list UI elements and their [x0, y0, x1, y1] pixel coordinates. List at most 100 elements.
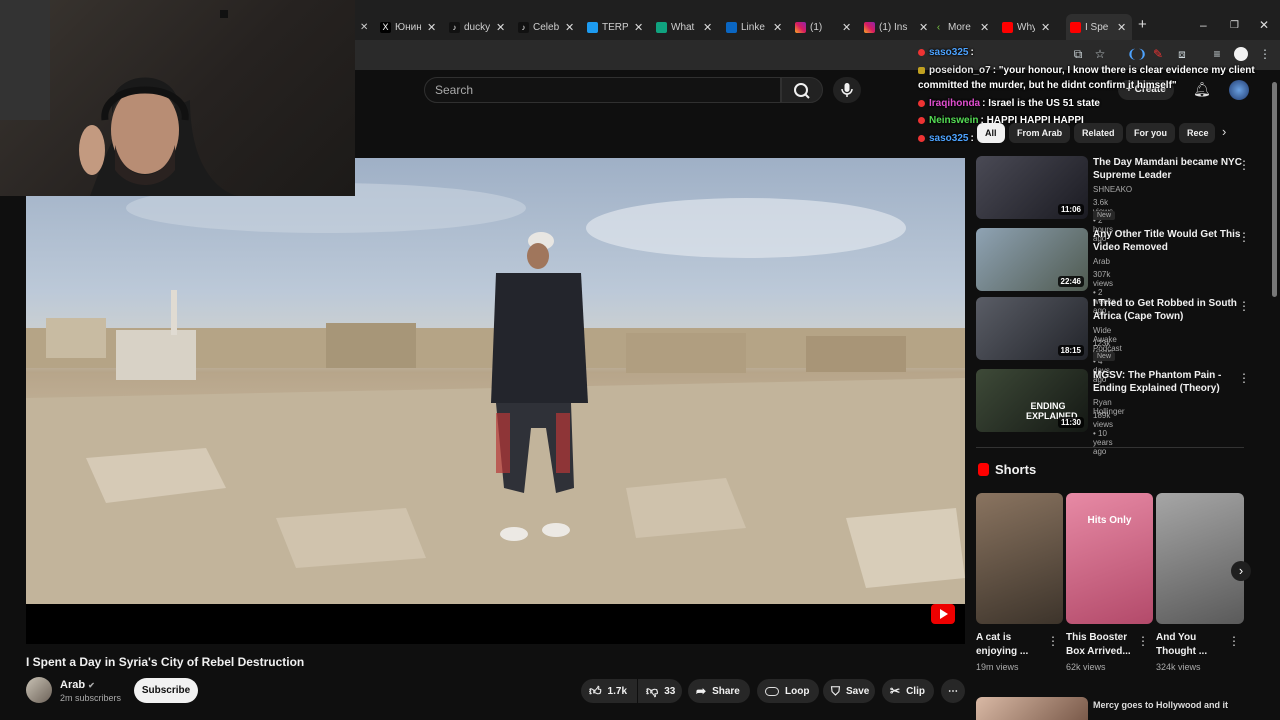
chevron-right-icon[interactable]: › — [1231, 561, 1251, 581]
video-thumbnail[interactable]: 22:46 — [976, 228, 1088, 291]
video-title[interactable]: MGSV: The Phantom Pain - Ending Explaine… — [1093, 369, 1243, 395]
close-icon[interactable]: ✕ — [565, 21, 574, 34]
close-icon[interactable]: ✕ — [773, 21, 782, 34]
browser-tab[interactable]: What ✕ — [656, 16, 712, 38]
browser-tab[interactable]: ♪ ducky ✕ — [449, 16, 505, 38]
channel-name[interactable]: Arab ✔ — [60, 679, 95, 691]
clip-button[interactable]: ✂ Clip — [882, 679, 934, 703]
kebab-icon[interactable]: ⋮ — [1228, 634, 1240, 648]
menu-icon[interactable]: ≡ — [1210, 47, 1224, 61]
close-icon[interactable]: ✕ — [496, 21, 505, 34]
chip-from-arab[interactable]: From Arab — [1009, 123, 1071, 143]
chat-text: committed the murder, but he didnt confi… — [918, 80, 1177, 91]
close-icon[interactable]: ✕ — [634, 21, 643, 34]
arrow-icon: ‹ — [936, 21, 941, 33]
browser-tab[interactable]: Linke ✕ — [726, 16, 782, 38]
extension-icon[interactable]: ✎ — [1151, 47, 1165, 61]
browser-tab[interactable]: TERPE ✕ — [587, 16, 643, 38]
dislike-button[interactable]: 👎︎ 33 — [638, 679, 682, 703]
video-thumbnail[interactable]: 18:15 — [976, 297, 1088, 360]
more-actions-button[interactable]: ⋯ — [941, 679, 965, 703]
short-thumbnail[interactable] — [976, 493, 1063, 624]
close-icon[interactable]: ✕ — [980, 21, 989, 34]
chip-for-you[interactable]: For you — [1126, 123, 1175, 143]
notifications-bell-icon[interactable]: 🔔︎ — [1193, 81, 1211, 98]
share-label: Share — [712, 685, 740, 697]
browser-tab[interactable]: ♪ Celeb ✕ — [518, 16, 574, 38]
save-button[interactable]: ⛉ Save — [823, 679, 875, 703]
linkedin-icon — [726, 21, 737, 33]
close-icon[interactable]: ✕ — [1041, 21, 1050, 34]
browser-tab[interactable]: ‹ More ✕ — [933, 16, 989, 38]
kebab-icon[interactable]: ⋮ — [1238, 230, 1250, 244]
tab-title: TERPE — [602, 21, 628, 33]
chip-related[interactable]: Related — [1074, 123, 1123, 143]
instagram-icon — [864, 21, 875, 33]
browser-tab[interactable]: (1) ✕ — [795, 16, 851, 38]
chip-all[interactable]: All — [977, 123, 1005, 143]
youtube-icon — [1002, 21, 1013, 33]
close-icon[interactable]: ✕ — [919, 21, 928, 34]
search-input[interactable]: Search — [424, 77, 781, 103]
video-title[interactable]: Any Other Title Would Get This Video Rem… — [1093, 228, 1243, 254]
video-title[interactable]: Mercy goes to Hollywood and it — [1093, 700, 1228, 710]
chat-message: saso325: — [918, 133, 974, 144]
video-thumbnail[interactable]: 11:06 — [976, 156, 1088, 219]
video-title: I Spent a Day in Syria's City of Rebel D… — [26, 655, 305, 669]
browser-tab-active[interactable]: I Spe ✕ — [1066, 14, 1132, 40]
short-thumbnail[interactable] — [1156, 493, 1244, 624]
close-icon[interactable]: ✕ — [427, 21, 436, 34]
channel-name[interactable]: SHNEAKO — [1093, 185, 1132, 194]
bookmark-star-icon[interactable]: ☆ — [1093, 47, 1107, 61]
play-icon — [940, 609, 948, 619]
tab-close-icon[interactable]: ✕ — [360, 16, 368, 38]
kebab-icon[interactable]: ⋮ — [1047, 634, 1059, 648]
scrollbar[interactable] — [1272, 82, 1277, 297]
close-icon[interactable]: ✕ — [703, 21, 712, 34]
kebab-icon[interactable]: ⋮ — [1238, 158, 1250, 172]
profile-icon[interactable] — [1234, 47, 1248, 61]
video-frame[interactable] — [26, 158, 965, 604]
close-window-icon[interactable]: ✕ — [1259, 18, 1269, 32]
new-tab-icon[interactable]: + — [1138, 16, 1147, 33]
short-views: 324k views — [1156, 662, 1201, 672]
voice-search-button[interactable] — [833, 77, 861, 103]
browser-tab[interactable]: X Юнин ✕ — [380, 16, 436, 38]
browser-tab[interactable]: (1) Ins ✕ — [864, 16, 928, 38]
chip-recent[interactable]: Rece — [1179, 123, 1215, 143]
video-title[interactable]: I Tried to Get Robbed in South Africa (C… — [1093, 297, 1243, 323]
short-thumbnail[interactable]: Hits Only — [1066, 493, 1153, 624]
video-thumbnail[interactable] — [976, 697, 1088, 720]
browser-tab[interactable]: Why ✕ — [1002, 16, 1050, 38]
scissors-icon: ✂ — [890, 684, 901, 698]
video-thumbnail[interactable]: ENDING EXPLAINED 11:30 — [976, 369, 1088, 432]
short-title[interactable]: This Booster Box Arrived... — [1066, 631, 1136, 659]
youtube-logo-icon[interactable] — [931, 604, 955, 624]
short-title[interactable]: And You Thought ... — [1156, 631, 1222, 659]
account-avatar[interactable] — [1229, 80, 1249, 100]
puzzle-icon[interactable]: ⧈ — [1175, 47, 1189, 61]
kebab-icon[interactable]: ⋮ — [1238, 299, 1250, 313]
like-button[interactable]: 👍︎ 1.7k — [581, 679, 637, 703]
video-title[interactable]: The Day Mamdani became NYC Supreme Leade… — [1093, 156, 1243, 182]
minimize-icon[interactable]: – — [1200, 18, 1207, 32]
share-button[interactable]: ➦ Share — [688, 679, 750, 703]
channel-name[interactable]: Arab — [1093, 257, 1110, 266]
short-views: 19m views — [976, 662, 1019, 672]
extension-icon[interactable]: ❨❩ — [1127, 47, 1147, 61]
tab-title: ducky — [464, 21, 490, 33]
kebab-icon[interactable]: ⋮ — [1238, 371, 1250, 385]
subscribe-button[interactable]: Subscribe — [134, 678, 198, 703]
install-app-icon[interactable]: ⧉ — [1071, 47, 1085, 61]
search-button[interactable] — [781, 77, 823, 103]
chat-message: poseidon_o7: "your honour, I know there … — [918, 65, 1255, 76]
short-title[interactable]: A cat is enjoying ... — [976, 631, 1042, 659]
close-icon[interactable]: ✕ — [842, 21, 851, 34]
loop-button[interactable]: Loop — [757, 679, 819, 703]
kebab-icon[interactable]: ⋮ — [1258, 47, 1272, 61]
close-icon[interactable]: ✕ — [1117, 21, 1126, 34]
channel-avatar[interactable] — [26, 677, 52, 703]
maximize-icon[interactable]: ❐ — [1230, 20, 1239, 31]
kebab-icon[interactable]: ⋮ — [1137, 634, 1149, 648]
chevron-right-icon[interactable]: › — [1222, 124, 1226, 139]
